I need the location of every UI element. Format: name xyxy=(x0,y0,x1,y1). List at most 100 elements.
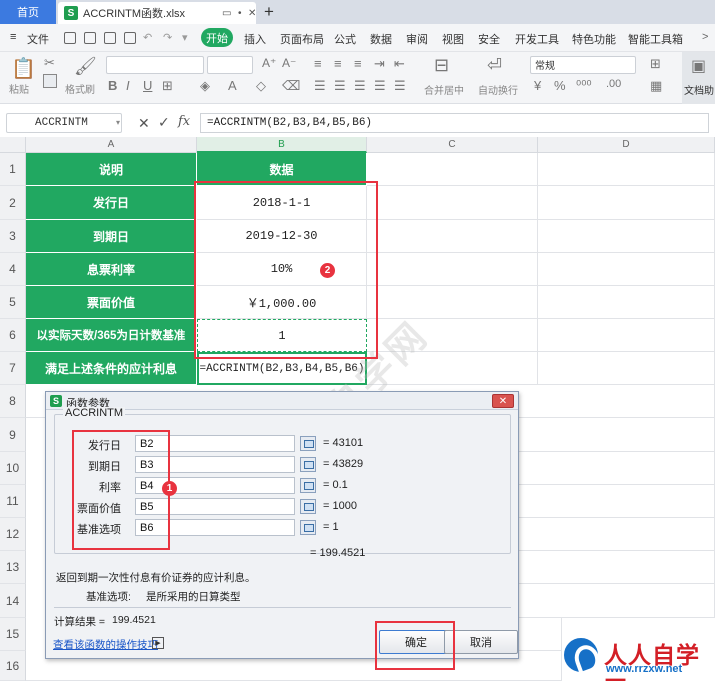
cell-a4[interactable]: 息票利率 xyxy=(26,253,197,286)
range-picker-icon[interactable] xyxy=(300,499,316,514)
column-header-a[interactable]: A xyxy=(26,137,197,153)
select-all-corner[interactable] xyxy=(0,137,26,153)
font-name-select[interactable] xyxy=(106,56,204,74)
redo-icon[interactable]: ↷ xyxy=(163,31,172,44)
menu-review[interactable]: 审阅 xyxy=(406,31,428,47)
outdent-icon[interactable]: ⇤ xyxy=(394,56,405,72)
row-14-cells[interactable] xyxy=(519,584,715,618)
merge-center-icon[interactable]: ⊟ xyxy=(434,55,449,76)
row-header[interactable]: 7 xyxy=(0,352,26,385)
range-picker-icon[interactable] xyxy=(300,457,316,472)
cell-d7[interactable] xyxy=(538,352,715,385)
align-left-icon[interactable]: ☰ xyxy=(314,78,326,94)
bold-icon[interactable]: B xyxy=(108,78,117,93)
eraser-icon[interactable]: ⌫ xyxy=(282,78,300,94)
font-size-select[interactable] xyxy=(207,56,253,74)
name-box-dropdown-icon[interactable]: ▾ xyxy=(116,118,120,127)
tab-document[interactable]: S ACCRINTM函数.xlsx ▭ • ✕ xyxy=(58,2,256,24)
print-icon[interactable] xyxy=(104,32,116,44)
border-icon[interactable]: ⊞ xyxy=(162,78,173,94)
add-tab-button[interactable]: + xyxy=(264,2,274,22)
menu-file[interactable]: 文件 xyxy=(27,31,49,47)
menu-start[interactable]: 开始 xyxy=(201,28,233,47)
cancel-button[interactable]: 取消 xyxy=(444,630,518,654)
menu-smart-toolbox[interactable]: 智能工具箱 xyxy=(628,31,683,47)
menu-view[interactable]: 视图 xyxy=(442,31,464,47)
cell-c4[interactable] xyxy=(367,253,538,286)
cell-c1[interactable] xyxy=(367,153,538,186)
dot-icon[interactable]: • xyxy=(238,8,242,19)
percent-icon[interactable]: % xyxy=(554,78,566,93)
cut-icon[interactable]: ✂ xyxy=(44,55,55,71)
column-header-c[interactable]: C xyxy=(367,137,538,153)
cell-d3[interactable] xyxy=(538,220,715,253)
align-bottom-icon[interactable]: ≡ xyxy=(354,56,362,71)
row-header[interactable]: 13 xyxy=(0,551,26,584)
row-10-cells[interactable] xyxy=(519,452,715,485)
save-icon[interactable] xyxy=(64,32,76,44)
video-icon[interactable]: ▶ xyxy=(152,637,164,649)
cell-c6[interactable] xyxy=(367,319,538,352)
menu-data[interactable]: 数据 xyxy=(370,31,392,47)
close-icon[interactable]: ✕ xyxy=(492,394,514,408)
row-header[interactable]: 3 xyxy=(0,220,26,253)
menu-insert[interactable]: 插入 xyxy=(244,31,266,47)
row-header[interactable]: 14 xyxy=(0,584,26,618)
row-header[interactable]: 16 xyxy=(0,651,26,681)
tab-home[interactable]: 首页 xyxy=(0,0,56,24)
paste-icon[interactable]: 📋 xyxy=(11,56,36,81)
row-header[interactable]: 9 xyxy=(0,418,26,452)
increase-font-icon[interactable]: A⁺ xyxy=(262,56,276,70)
undo-icon[interactable]: ↶ xyxy=(143,31,152,44)
cell-d5[interactable] xyxy=(538,286,715,319)
cell-c2[interactable] xyxy=(367,186,538,220)
copy-icon[interactable] xyxy=(43,74,57,88)
underline-icon[interactable]: U xyxy=(143,78,152,93)
range-picker-icon[interactable] xyxy=(300,436,316,451)
italic-icon[interactable]: I xyxy=(126,78,130,93)
function-help-link[interactable]: 查看该函数的操作技巧 xyxy=(53,637,158,652)
distribute-icon[interactable]: ☰ xyxy=(394,78,406,94)
row-11-cells[interactable] xyxy=(519,485,715,518)
row-header[interactable]: 8 xyxy=(0,385,26,418)
cell-a5[interactable]: 票面价值 xyxy=(26,286,197,319)
row-header[interactable]: 2 xyxy=(0,186,26,220)
cell-d2[interactable] xyxy=(538,186,715,220)
row-header[interactable]: 5 xyxy=(0,286,26,319)
row-header[interactable]: 4 xyxy=(0,253,26,286)
cell-c5[interactable] xyxy=(367,286,538,319)
thousands-icon[interactable]: ⁰⁰⁰ xyxy=(576,78,592,94)
row-header[interactable]: 1 xyxy=(0,153,26,186)
decimal-icon[interactable]: .00 xyxy=(606,78,621,90)
merge-center-label[interactable]: 合并居中 xyxy=(424,82,464,97)
cancel-icon[interactable]: ✕ xyxy=(138,115,150,132)
row-header[interactable]: 12 xyxy=(0,518,26,551)
cell-a3[interactable]: 到期日 xyxy=(26,220,197,253)
align-center-icon[interactable]: ☰ xyxy=(334,78,346,94)
cell-a6[interactable]: 以实际天数/365为日计数基准 xyxy=(26,319,197,352)
type-convert-icon[interactable]: ⊞ xyxy=(650,56,661,72)
preview-icon[interactable] xyxy=(124,32,136,44)
cell-d4[interactable] xyxy=(538,253,715,286)
row-9-cells[interactable] xyxy=(519,418,715,452)
cell-a1[interactable]: 说明 xyxy=(26,153,197,186)
row-header[interactable]: 11 xyxy=(0,485,26,518)
cell-a7[interactable]: 满足上述条件的应计利息 xyxy=(26,352,197,385)
format-painter-icon[interactable]: 🖌 xyxy=(74,56,97,77)
number-format-select[interactable]: 常规 xyxy=(530,56,636,74)
menu-formulas[interactable]: 公式 xyxy=(334,31,356,47)
monitor-icon[interactable]: ▭ xyxy=(222,8,231,19)
cell-d6[interactable] xyxy=(538,319,715,352)
row-12-cells[interactable] xyxy=(519,518,715,551)
currency-icon[interactable]: ¥ xyxy=(534,78,541,93)
close-tab-icon[interactable]: ✕ xyxy=(248,8,256,19)
more-icon[interactable]: > xyxy=(702,31,708,43)
font-color-icon[interactable]: A xyxy=(228,78,237,93)
row-header[interactable]: 6 xyxy=(0,319,26,352)
justify-icon[interactable]: ☰ xyxy=(374,78,386,94)
formula-input[interactable]: =ACCRINTM(B2,B3,B4,B5,B6) xyxy=(200,113,709,133)
format-painter-label[interactable]: 格式刷 xyxy=(65,81,95,96)
menu-security[interactable]: 安全 xyxy=(478,31,500,47)
paste-label[interactable]: 粘贴 xyxy=(9,81,29,96)
row-15-cells[interactable] xyxy=(519,618,562,651)
